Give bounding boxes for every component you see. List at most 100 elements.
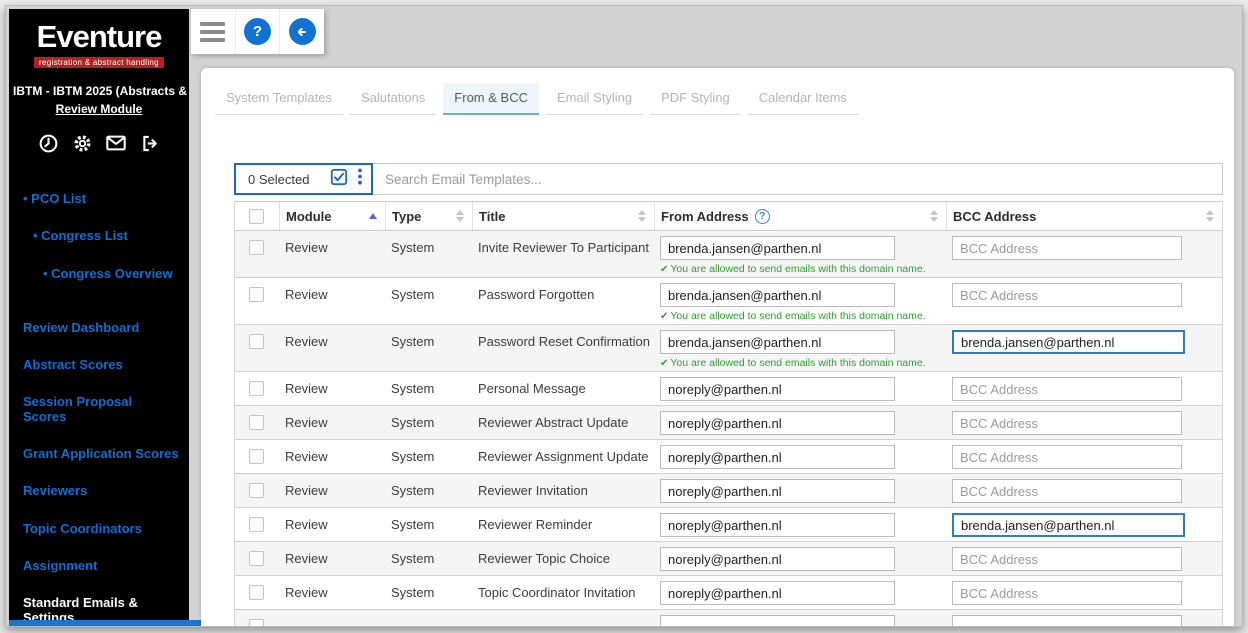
bcc-address-input[interactable] — [952, 547, 1182, 571]
row-checkbox-cell — [235, 406, 279, 430]
from-address-input[interactable] — [660, 547, 895, 571]
sidebar-item-pco-list[interactable]: • PCO List — [23, 191, 179, 206]
sidebar-item-session-proposal-scores[interactable]: Session Proposal Scores — [23, 395, 179, 424]
selection-dropdown[interactable]: 0 Selected — [234, 163, 373, 195]
back-button[interactable] — [279, 9, 324, 54]
from-address-input[interactable] — [660, 236, 895, 260]
table-row: Review System Password Reset Confirmation ✔… — [235, 325, 1222, 372]
sort-ascending-icon[interactable] — [369, 213, 377, 219]
history-icon[interactable] — [37, 132, 59, 154]
column-header-bcc-address[interactable]: BCC Address — [946, 202, 1222, 230]
from-address-input[interactable] — [660, 581, 895, 605]
bcc-address-input[interactable] — [952, 330, 1185, 354]
from-address-input[interactable] — [660, 377, 895, 401]
cell-title: Reviewer Abstract Update — [478, 415, 629, 430]
bcc-address-input[interactable] — [952, 283, 1182, 307]
sidebar-item-grant-application-scores[interactable]: Grant Application Scores — [23, 446, 179, 461]
from-address-input[interactable] — [660, 411, 895, 435]
cell-title: Invite Reviewer To Participant — [478, 240, 650, 255]
cell-module: Review — [285, 551, 328, 566]
column-header-from-address[interactable]: From Address? — [654, 202, 946, 230]
row-checkbox[interactable] — [248, 483, 264, 498]
help-button[interactable]: ? — [234, 9, 280, 54]
cell-module: Review — [285, 240, 328, 255]
row-checkbox[interactable] — [248, 517, 264, 532]
row-checkbox-cell — [235, 231, 279, 255]
settings-gear-icon[interactable] — [71, 132, 93, 154]
bcc-address-input[interactable] — [952, 236, 1182, 260]
top-toolbar: ? — [191, 9, 324, 54]
cell-module: Review — [285, 334, 328, 349]
mail-icon[interactable] — [105, 132, 127, 154]
row-checkbox[interactable] — [248, 449, 264, 464]
bcc-address-input[interactable] — [952, 479, 1182, 503]
sidebar-item-reviewers[interactable]: Reviewers — [23, 484, 179, 499]
bcc-address-input[interactable] — [952, 445, 1182, 469]
cell-from-address: ✔You are allowed to send emails with thi… — [654, 325, 946, 369]
back-icon — [288, 18, 316, 45]
domain-validation-message: ✔ You are allowed to send emails with thi… — [660, 263, 926, 275]
from-address-input[interactable] — [660, 513, 895, 537]
sort-icon[interactable] — [1206, 210, 1214, 222]
row-checkbox[interactable] — [248, 551, 264, 566]
tab-email-styling[interactable]: Email Styling — [545, 83, 644, 115]
sort-icon[interactable] — [638, 210, 646, 222]
row-checkbox[interactable] — [248, 240, 264, 255]
tab-pdf-styling[interactable]: PDF Styling — [650, 83, 741, 115]
sidebar-item-topic-coordinators[interactable]: Topic Coordinators — [23, 521, 179, 536]
bcc-address-input[interactable] — [952, 513, 1185, 537]
check-icon: ✔ — [660, 358, 669, 369]
table-row: Review System Topic Coordinator Invitation — [235, 576, 1222, 610]
row-checkbox[interactable] — [248, 585, 264, 600]
row-checkbox[interactable] — [248, 381, 264, 396]
tab-salutations[interactable]: Salutations — [349, 83, 437, 115]
row-checkbox[interactable] — [248, 415, 264, 430]
row-checkbox[interactable] — [248, 287, 264, 302]
from-address-input[interactable] — [660, 479, 895, 503]
table-row: Review System Reviewer Abstract Update — [235, 406, 1222, 440]
logout-icon[interactable] — [139, 132, 161, 154]
header-checkbox-cell — [235, 202, 279, 230]
sidebar-item-congress-list[interactable]: • Congress List — [33, 228, 179, 243]
cell-from-address — [654, 542, 946, 571]
row-checkbox[interactable] — [248, 334, 264, 349]
tab-system-templates[interactable]: System Templates — [215, 83, 343, 115]
sort-icon[interactable] — [930, 210, 938, 222]
check-icon: ✔ — [660, 311, 669, 322]
sidebar-item-congress-overview[interactable]: • Congress Overview — [43, 266, 179, 281]
bcc-address-input[interactable] — [952, 377, 1182, 401]
sidebar-item-abstract-scores[interactable]: Abstract Scores — [23, 357, 179, 372]
cell-title: Reviewer Invitation — [478, 483, 588, 498]
menu-icon — [200, 21, 226, 42]
sort-icon[interactable] — [456, 210, 464, 222]
bcc-address-input[interactable] — [952, 581, 1182, 605]
from-address-help-icon[interactable]: ? — [754, 208, 770, 224]
sidebar-item-review-dashboard[interactable]: Review Dashboard — [23, 320, 179, 335]
sidebar-item-assignment[interactable]: Assignment — [23, 558, 179, 573]
tab-calendar-items[interactable]: Calendar Items — [747, 83, 858, 115]
from-address-input[interactable] — [660, 330, 895, 354]
table-row: Review System Reviewer Topic Choice — [235, 542, 1222, 576]
column-header-module[interactable]: Module — [279, 202, 385, 230]
bcc-address-input[interactable] — [952, 411, 1182, 435]
cell-module: Review — [285, 585, 328, 600]
from-address-input[interactable] — [660, 283, 895, 307]
from-address-input[interactable] — [660, 615, 895, 626]
from-address-input[interactable] — [660, 445, 895, 469]
column-label: Type — [392, 208, 422, 224]
select-all-row-checkbox[interactable] — [248, 208, 264, 224]
tab-from-bcc[interactable]: From & BCC — [443, 83, 539, 115]
select-all-checkbox-icon[interactable] — [330, 168, 348, 191]
column-header-title[interactable]: Title — [472, 202, 654, 230]
column-header-type[interactable]: Type — [385, 202, 472, 230]
app-window: Eventure registration & abstract handlin… — [5, 5, 1243, 627]
menu-button[interactable] — [191, 9, 235, 54]
column-label: BCC Address — [953, 208, 1037, 224]
search-input[interactable] — [372, 163, 1223, 195]
review-module-link[interactable]: Review Module — [9, 102, 189, 116]
cell-type: System — [391, 449, 435, 464]
row-checkbox[interactable] — [248, 619, 264, 626]
table-row: Review System Reviewer Invitation — [235, 474, 1222, 508]
bcc-address-input[interactable] — [952, 615, 1182, 626]
kebab-menu-icon[interactable] — [357, 168, 363, 190]
